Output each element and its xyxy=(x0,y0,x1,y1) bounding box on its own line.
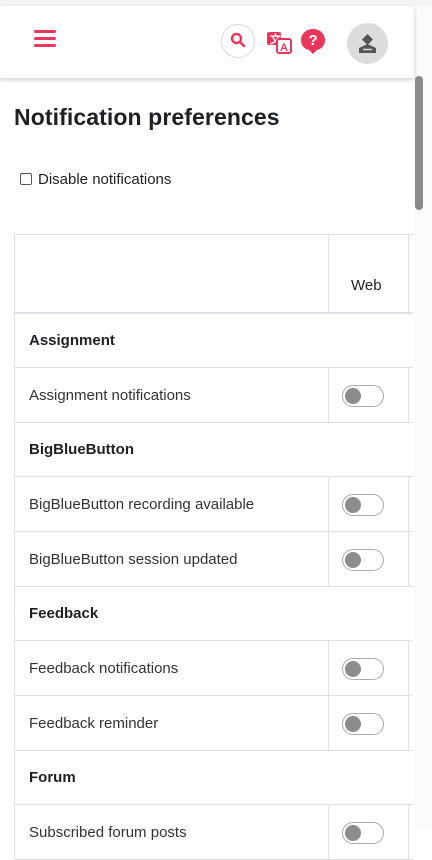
column-divider xyxy=(328,235,329,312)
group-name: Feedback xyxy=(29,605,99,622)
column-divider xyxy=(408,477,409,531)
column-divider xyxy=(328,532,329,586)
search-button[interactable] xyxy=(221,24,255,58)
group-row: BigBlueButton xyxy=(15,423,413,477)
web-notification-toggle[interactable] xyxy=(342,713,384,735)
disable-notifications-label[interactable]: Disable notifications xyxy=(38,171,171,188)
column-divider xyxy=(328,368,329,422)
column-divider xyxy=(408,368,409,422)
column-divider xyxy=(408,696,409,750)
user-avatar[interactable] xyxy=(347,23,388,64)
svg-text:?: ? xyxy=(309,32,318,49)
disable-notifications-checkbox[interactable] xyxy=(20,173,32,185)
group-row: Assignment xyxy=(15,314,413,368)
hamburger-menu-icon[interactable] xyxy=(34,30,56,52)
disable-notifications-row[interactable]: Disable notifications xyxy=(20,169,171,189)
toggle-knob xyxy=(345,388,361,404)
scrollbar-thumb[interactable] xyxy=(415,76,423,210)
preference-label: Assignment notifications xyxy=(29,386,191,404)
column-divider xyxy=(328,696,329,750)
preference-label: Subscribed forum posts xyxy=(29,823,187,841)
web-notification-toggle[interactable] xyxy=(342,822,384,844)
preference-row: Assignment notifications xyxy=(15,368,413,423)
notification-preferences-table: Web Assignment Assignment notifications Bi… xyxy=(14,234,413,860)
preference-label: Feedback reminder xyxy=(29,714,159,732)
page-title: Notification preferences xyxy=(14,104,280,130)
preference-label: BigBlueButton recording available xyxy=(29,495,255,513)
column-divider xyxy=(408,532,409,586)
group-row: Feedback xyxy=(15,587,413,641)
web-notification-toggle[interactable] xyxy=(342,549,384,571)
column-divider xyxy=(328,641,329,695)
preference-row: Subscribed forum posts xyxy=(15,805,413,860)
table-header-row: Web xyxy=(15,235,413,314)
preference-row: BigBlueButton recording available xyxy=(15,477,413,532)
preference-row: BigBlueButton session updated xyxy=(15,532,413,587)
group-row: Forum xyxy=(15,751,413,805)
svg-text:A: A xyxy=(280,42,288,54)
toggle-knob xyxy=(345,661,361,677)
preference-row: Feedback notifications xyxy=(15,641,413,696)
preference-label: Feedback notifications xyxy=(29,659,179,677)
top-navbar: 文 A ? xyxy=(0,6,414,78)
preference-row: Feedback reminder xyxy=(15,696,413,751)
help-icon[interactable]: ? xyxy=(300,28,326,54)
toggle-knob xyxy=(345,716,361,732)
web-notification-toggle[interactable] xyxy=(342,385,384,407)
toggle-knob xyxy=(345,497,361,513)
column-divider xyxy=(408,641,409,695)
web-notification-toggle[interactable] xyxy=(342,494,384,516)
group-name: Assignment xyxy=(29,332,115,349)
language-translate-icon[interactable]: 文 A xyxy=(266,29,292,55)
toggle-knob xyxy=(345,552,361,568)
preference-label: BigBlueButton session updated xyxy=(29,550,238,568)
toggle-knob xyxy=(345,825,361,841)
column-divider xyxy=(408,805,409,859)
user-avatar-icon xyxy=(359,34,376,53)
column-divider xyxy=(408,235,409,312)
column-divider xyxy=(328,805,329,859)
web-notification-toggle[interactable] xyxy=(342,658,384,680)
column-header-web: Web xyxy=(351,277,382,294)
column-divider xyxy=(328,477,329,531)
search-icon xyxy=(230,32,246,48)
group-name: BigBlueButton xyxy=(29,441,134,458)
group-name: Forum xyxy=(29,769,76,786)
